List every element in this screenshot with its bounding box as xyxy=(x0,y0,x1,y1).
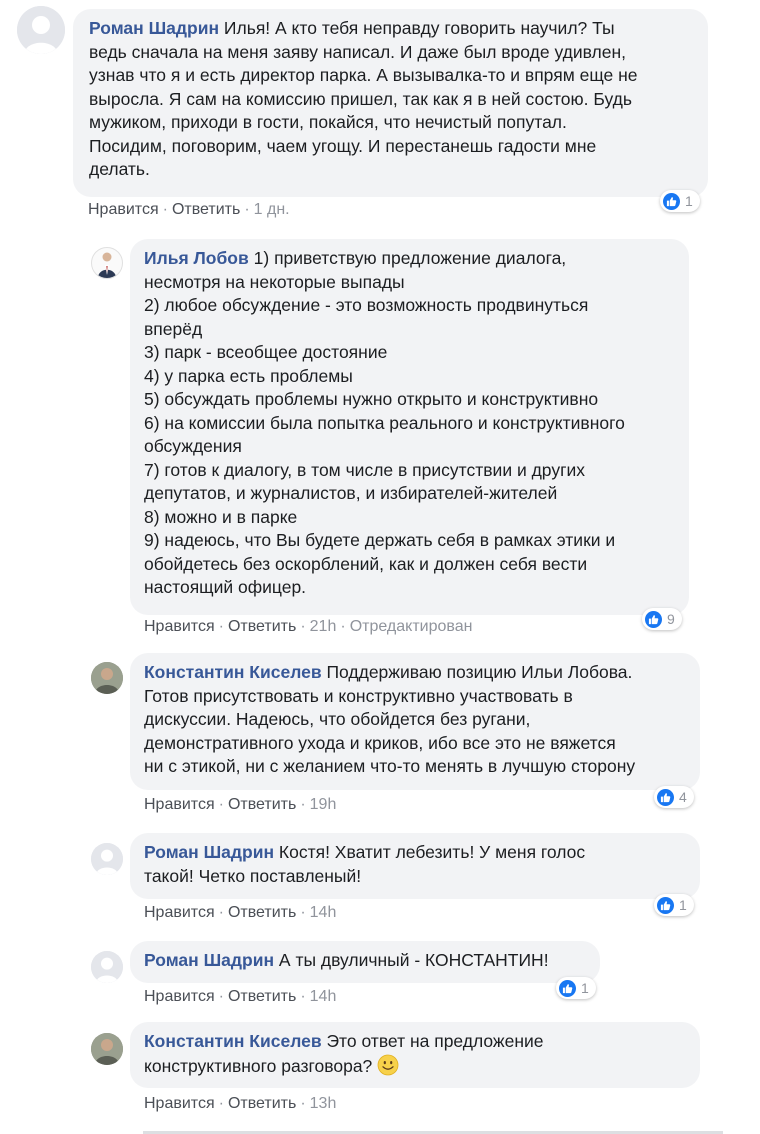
comment-actions: Нравится · Ответить · 14h xyxy=(144,904,337,921)
reaction-count-badge[interactable]: 1 xyxy=(654,894,694,916)
comment-actions: Нравится · Ответить · 14h xyxy=(144,988,337,1005)
reaction-count-badge[interactable]: 1 xyxy=(556,977,596,999)
comment-text: 1) приветствую предложение диалога, несм… xyxy=(144,248,625,597)
comment-text: А ты двуличный - КОНСТАНТИН! xyxy=(278,950,549,970)
comment-text: Илья! А кто тебя неправду говорить научи… xyxy=(89,18,638,179)
like-icon xyxy=(657,788,674,806)
comment-actions: Нравится · Ответить · 1 дн. xyxy=(88,201,290,218)
smile-emoji-icon xyxy=(377,1054,399,1075)
comment-bubble: Константин Киселев Это ответ на предложе… xyxy=(130,1022,700,1088)
like-link[interactable]: Нравится xyxy=(144,618,215,635)
comment-author[interactable]: Роман Шадрин xyxy=(144,950,274,970)
person-photo-icon xyxy=(98,252,116,278)
avatar[interactable] xyxy=(91,843,123,875)
comment-timestamp[interactable]: 13h xyxy=(310,1095,337,1112)
reply-link[interactable]: Ответить xyxy=(228,904,296,921)
person-photo-icon xyxy=(91,1033,123,1065)
reaction-count-badge[interactable]: 4 xyxy=(654,786,694,808)
comment-bubble: Константин Киселев Поддерживаю позицию И… xyxy=(130,653,700,790)
comment-timestamp[interactable]: 14h xyxy=(310,988,337,1005)
avatar[interactable] xyxy=(91,247,123,279)
like-icon xyxy=(663,192,680,210)
default-avatar-icon xyxy=(17,6,65,54)
like-icon xyxy=(559,979,576,997)
reply-link[interactable]: Ответить xyxy=(228,618,296,635)
comment-timestamp[interactable]: 14h xyxy=(310,904,337,921)
default-avatar-icon xyxy=(91,843,123,875)
reaction-count: 9 xyxy=(667,611,675,627)
reaction-count: 1 xyxy=(685,193,693,209)
comment-actions: Нравится · Ответить · 21h · Отредактирован xyxy=(144,618,473,635)
avatar[interactable] xyxy=(91,1033,123,1065)
reaction-count-badge[interactable]: 9 xyxy=(642,608,682,630)
comment-actions: Нравится · Ответить · 19h xyxy=(144,796,337,813)
reaction-count-badge[interactable]: 1 xyxy=(660,190,700,212)
comment-bubble: Илья Лобов 1) приветствую предложение ди… xyxy=(130,239,689,615)
like-link[interactable]: Нравится xyxy=(144,796,215,813)
reply-link[interactable]: Ответить xyxy=(228,988,296,1005)
comment-author[interactable]: Константин Киселев xyxy=(144,662,322,682)
comment-bubble: Роман Шадрин Костя! Хватит лебезить! У м… xyxy=(130,833,700,899)
like-link[interactable]: Нравится xyxy=(144,904,215,921)
comment-bubble: Роман Шадрин Илья! А кто тебя неправду г… xyxy=(73,9,708,197)
comment-bubble: Роман Шадрин А ты двуличный - КОНСТАНТИН… xyxy=(130,941,600,983)
comment-author[interactable]: Константин Киселев xyxy=(144,1031,322,1051)
default-avatar-icon xyxy=(91,951,123,983)
reply-link[interactable]: Ответить xyxy=(228,1095,296,1112)
like-link[interactable]: Нравится xyxy=(88,201,159,218)
comment-author[interactable]: Илья Лобов xyxy=(144,248,249,268)
reaction-count: 1 xyxy=(581,980,589,996)
comment-author[interactable]: Роман Шадрин xyxy=(89,18,219,38)
like-link[interactable]: Нравится xyxy=(144,1095,215,1112)
like-icon xyxy=(657,896,674,914)
reaction-count: 4 xyxy=(679,789,687,805)
avatar[interactable] xyxy=(91,662,123,694)
comment-author[interactable]: Роман Шадрин xyxy=(144,842,274,862)
comment-timestamp[interactable]: 1 дн. xyxy=(254,201,290,218)
reaction-count: 1 xyxy=(679,897,687,913)
like-icon xyxy=(645,610,662,628)
avatar[interactable] xyxy=(91,951,123,983)
person-photo-icon xyxy=(91,662,123,694)
like-link[interactable]: Нравится xyxy=(144,988,215,1005)
reply-link[interactable]: Ответить xyxy=(228,796,296,813)
comment-timestamp[interactable]: 19h xyxy=(310,796,337,813)
comment-timestamp[interactable]: 21h xyxy=(310,618,337,635)
comment-actions: Нравится · Ответить · 13h xyxy=(144,1095,337,1112)
reply-link[interactable]: Ответить xyxy=(172,201,240,218)
edited-label[interactable]: Отредактирован xyxy=(350,618,473,635)
avatar[interactable] xyxy=(17,6,65,54)
